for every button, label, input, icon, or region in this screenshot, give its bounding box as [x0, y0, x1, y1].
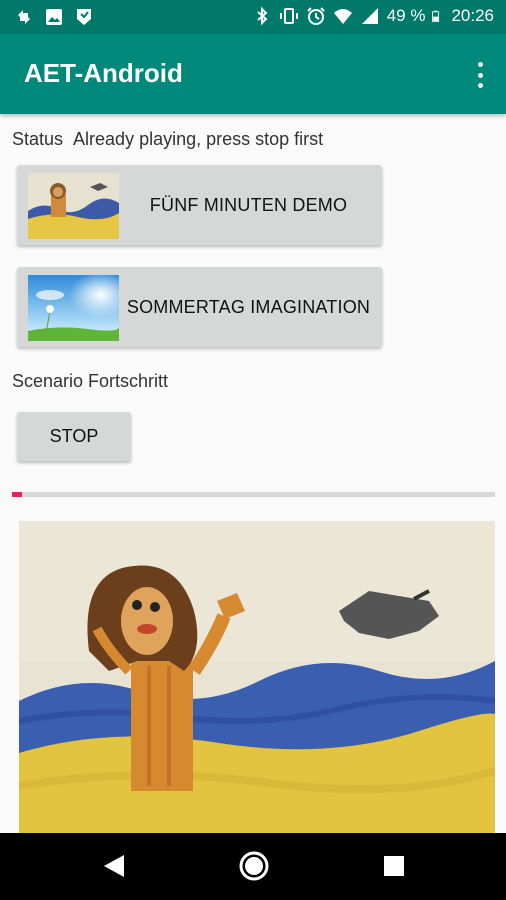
bluetooth-icon	[257, 6, 268, 26]
status-bar: 49 % 20:26	[0, 0, 506, 34]
status-line: Status Already playing, press stop first	[12, 129, 323, 150]
back-icon[interactable]	[102, 853, 126, 879]
scenario-progress-bar	[12, 492, 495, 497]
image-icon	[46, 9, 62, 25]
battery-icon	[432, 10, 440, 22]
recents-icon[interactable]	[383, 855, 405, 877]
alarm-icon	[306, 7, 325, 25]
overflow-menu-icon[interactable]	[468, 60, 492, 90]
home-icon[interactable]	[238, 850, 270, 882]
scenario-label: FÜNF MINUTEN DEMO	[149, 194, 348, 215]
battery-percent: 49 %	[386, 6, 426, 25]
signal-flag-icon	[77, 9, 91, 25]
vibrate-icon	[279, 8, 298, 24]
navigation-bar	[0, 833, 506, 900]
wifi-icon	[333, 9, 352, 24]
scene-image	[19, 521, 495, 833]
scenario-thumbnail	[28, 173, 119, 239]
app-bar: AET-Android	[0, 34, 506, 114]
cell-signal-icon	[361, 8, 378, 24]
scenario-button-sommertag-imagination[interactable]: SOMMERTAG IMAGINATION	[17, 267, 382, 347]
sync-icon	[18, 10, 30, 24]
progress-label: Scenario Fortschritt	[12, 371, 169, 391]
stop-button[interactable]: STOP	[17, 412, 131, 461]
progress-fill	[12, 492, 22, 497]
scenario-label: SOMMERTAG IMAGINATION	[126, 296, 371, 317]
app-title: AET-Android	[24, 58, 183, 88]
clock: 20:26	[451, 6, 494, 25]
status-message: Already playing, press stop first	[73, 129, 324, 149]
scenario-button-fuenf-minuten-demo[interactable]: FÜNF MINUTEN DEMO	[17, 165, 382, 245]
scenario-thumbnail	[28, 275, 119, 341]
status-label: Status	[12, 129, 64, 149]
